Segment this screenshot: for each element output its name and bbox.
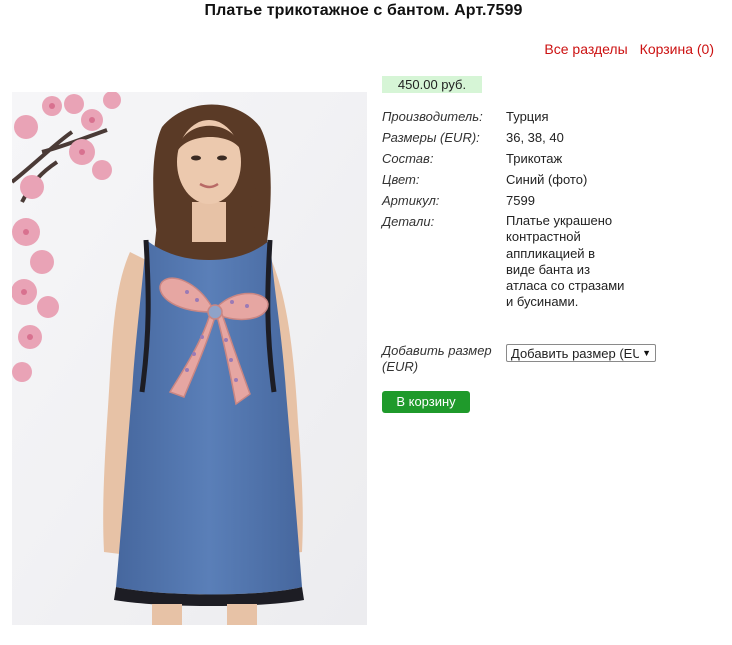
product-specs: Производитель: Турция Размеры (EUR): 36,… (382, 106, 626, 311)
cart-link[interactable]: Корзина (0) (640, 41, 714, 57)
spec-value: 36, 38, 40 (506, 130, 564, 145)
add-size-label: Добавить размер (EUR) (382, 343, 492, 374)
blue-dress (114, 239, 304, 606)
spec-value: Трикотаж (506, 151, 563, 166)
top-nav: Все разделы Корзина (0) (544, 41, 714, 57)
dress-model-image (12, 92, 367, 625)
spec-label: Цвет: (382, 172, 420, 187)
page-title: Платье трикотажное с бантом. Арт.7599 (204, 2, 523, 19)
spec-label: Состав: (382, 151, 434, 166)
spec-value: Турция (506, 109, 549, 124)
add-size-row: Добавить размер (EUR) Добавить размер (E… (382, 343, 656, 375)
all-sections-link[interactable]: Все разделы (544, 41, 627, 57)
size-select[interactable]: Добавить размер (EUR) ▼ (506, 344, 656, 362)
product-photo[interactable] (12, 92, 367, 625)
spec-material: Состав: Трикотаж (382, 148, 626, 169)
spec-label: Производитель: (382, 109, 483, 124)
product-page: Платье трикотажное с бантом. Арт.7599 Вс… (0, 0, 732, 645)
price-badge: 450.00 руб. (382, 76, 482, 93)
spec-color: Цвет: Синий (фото) (382, 169, 626, 190)
chevron-down-icon: ▼ (642, 348, 651, 358)
spec-value: Синий (фото) (506, 172, 588, 187)
add-to-cart-button[interactable]: В корзину (382, 391, 470, 413)
spec-article: Артикул: 7599 (382, 190, 626, 211)
spec-manufacturer: Производитель: Турция (382, 106, 626, 127)
spec-label: Детали: (382, 214, 435, 229)
spec-value: 7599 (506, 193, 535, 208)
size-select-value: Добавить размер (EUR) (511, 345, 639, 361)
spec-label: Размеры (EUR): (382, 130, 480, 145)
spec-label: Артикул: (382, 193, 440, 208)
spec-value: Платье украшено контрастной аппликацией … (506, 213, 625, 310)
spec-sizes: Размеры (EUR): 36, 38, 40 (382, 127, 626, 148)
spec-details: Детали: Платье украшено контрастной аппл… (382, 211, 626, 311)
